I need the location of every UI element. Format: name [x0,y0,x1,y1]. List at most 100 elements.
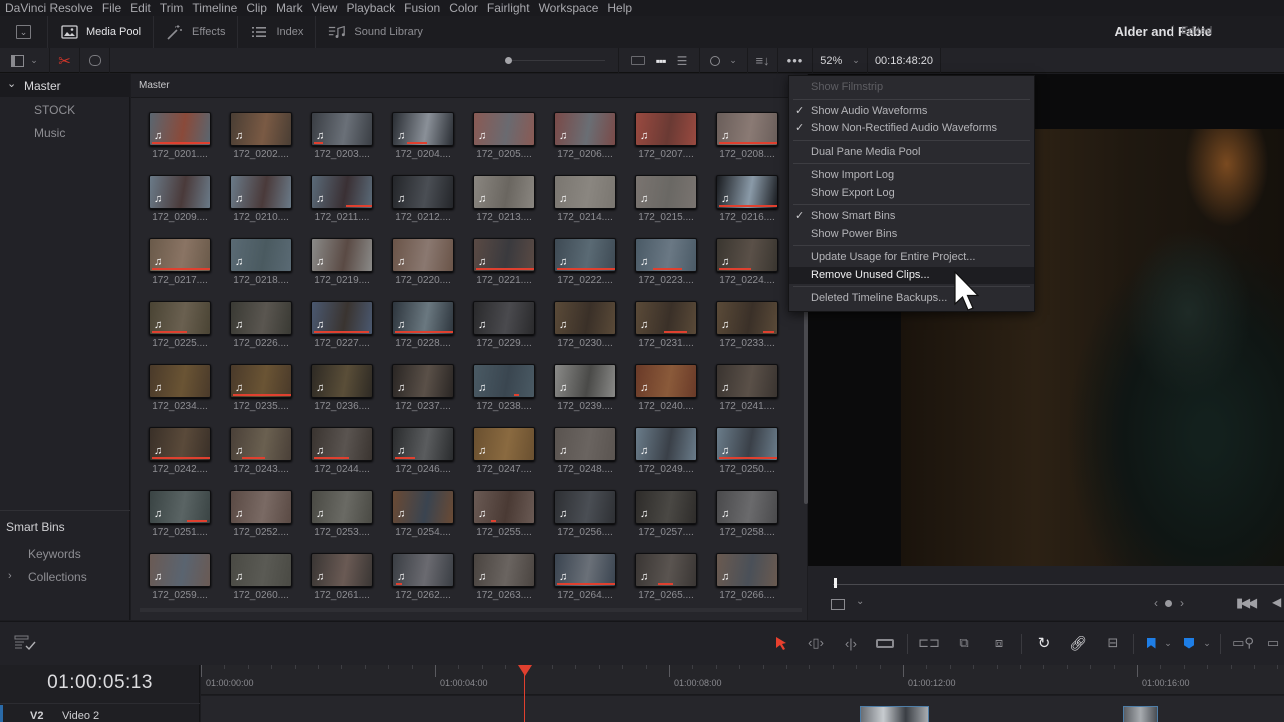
zoom-to-fit-icon[interactable]: ▭⚲ [1230,632,1256,654]
clip-thumbnail[interactable]: ♫ 172_0223.... [634,238,698,290]
menu-mark[interactable]: Mark [276,1,303,15]
clip-thumbnail[interactable]: ♫ 172_0265.... [634,553,698,605]
clip-thumbnail[interactable]: ♫ 172_0251.... [148,490,212,542]
playhead-handle[interactable] [518,665,532,676]
smart-bin-collections[interactable]: Collections [28,570,87,584]
app-menu[interactable]: DaVinci Resolve [5,1,93,15]
zoom-select[interactable]: 52% ⌄ [813,48,868,73]
chevron-down-icon[interactable]: ⌄ [1161,632,1175,654]
replace-clip-icon[interactable]: ⧈ [985,632,1013,654]
crop-icon[interactable] [831,599,845,610]
clip-thumbnail[interactable]: ♫ 172_0205.... [472,112,536,164]
clip-thumbnail[interactable]: ♫ 172_0228.... [391,301,455,353]
clip-thumbnail[interactable]: ♫ 172_0221.... [472,238,536,290]
clip-thumbnail[interactable]: ♫ 172_0258.... [715,490,779,542]
flag-icon[interactable] [1145,632,1157,654]
clip-thumbnail[interactable]: ♫ 172_0222.... [553,238,617,290]
horizontal-scrollbar[interactable] [140,608,802,612]
menu-workspace[interactable]: Workspace [539,1,599,15]
sound-library-button[interactable]: Sound Library [316,16,435,48]
clip-thumbnail[interactable]: ♫ 172_0246.... [391,427,455,479]
clip-thumbnail[interactable]: ♫ 172_0217.... [148,238,212,290]
smart-bin-keywords[interactable]: Keywords [28,547,81,561]
menu-fusion[interactable]: Fusion [404,1,440,15]
clip-thumbnail[interactable]: ♫ 172_0248.... [553,427,617,479]
clip-thumbnail[interactable]: ♫ 172_0233.... [715,301,779,353]
clip-thumbnail[interactable]: ♫ 172_0257.... [634,490,698,542]
menu-file[interactable]: File [102,1,121,15]
clip-thumbnail[interactable]: ♫ 172_0243.... [229,427,293,479]
sort-button[interactable]: ≡↓ [748,48,778,73]
index-button[interactable]: Index [238,16,317,48]
position-lock-icon[interactable]: ⊟ [1102,632,1124,654]
clip-thumbnail[interactable]: ♫ 172_0220.... [391,238,455,290]
clip-thumbnail[interactable]: ♫ 172_0202.... [229,112,293,164]
clip-thumbnail[interactable]: ♫ 172_0227.... [310,301,374,353]
play-reverse-icon[interactable]: ◀ [1272,595,1281,609]
clip-thumbnail[interactable]: ♫ 172_0262.... [391,553,455,605]
timeline-ruler[interactable]: 01:00:00:00 01:00:04:00 01:00:08:00 01:00:1… [201,665,1284,695]
effects-button[interactable]: Effects [154,16,239,48]
clip-thumbnail[interactable]: ♫ 172_0225.... [148,301,212,353]
timeline-clip[interactable] [1123,706,1158,722]
clip-thumbnail[interactable]: ♫ 172_0259.... [148,553,212,605]
menu-item-deleted-timeline-backups[interactable]: Deleted Timeline Backups... [789,290,1034,307]
timeline-clip[interactable] [860,706,929,722]
clip-thumbnail[interactable]: ♫ 172_0204.... [391,112,455,164]
dynamic-trim-icon[interactable]: ‹|› [839,632,863,654]
clip-thumbnail[interactable]: ♫ 172_0253.... [310,490,374,542]
clip-thumbnail[interactable]: ♫ 172_0261.... [310,553,374,605]
clip-thumbnail[interactable]: ♫ 172_0224.... [715,238,779,290]
clip-thumbnail[interactable]: ♫ 172_0209.... [148,175,212,227]
clip-thumbnail[interactable]: ♫ 172_0216.... [715,175,779,227]
clip-thumbnail[interactable]: ♫ 172_0242.... [148,427,212,479]
clip-thumbnail[interactable]: ♫ 172_0235.... [229,364,293,416]
linked-selection-icon[interactable]: 🔗︎ [1067,632,1089,654]
thumbnail-view-icon[interactable]: ▪▪▪ [656,54,667,68]
media-pool-button[interactable]: Media Pool [48,16,155,48]
sidebar-toggle-button[interactable]: ⌄ [0,48,50,73]
clip-thumbnail[interactable]: ♫ 172_0266.... [715,553,779,605]
bin-master[interactable]: ⌄ Master [0,74,130,97]
menu-edit[interactable]: Edit [130,1,151,15]
clip-thumbnail[interactable]: ♫ 172_0260.... [229,553,293,605]
metadata-button[interactable] [80,48,110,73]
menu-item-show-audio-waveforms[interactable]: ✓ Show Audio Waveforms [789,103,1034,120]
clip-thumbnail[interactable]: ♫ 172_0226.... [229,301,293,353]
clip-thumbnail[interactable]: ♫ 172_0230.... [553,301,617,353]
clip-thumbnail[interactable]: ♫ 172_0201.... [148,112,212,164]
menu-item-show-export-log[interactable]: Show Export Log [789,185,1034,202]
clip-thumbnail[interactable]: ♫ 172_0250.... [715,427,779,479]
keyframe-icon[interactable] [1165,600,1172,607]
workspace-toggle-button[interactable]: ⌄ [0,16,48,48]
clip-thumbnail[interactable]: ♫ 172_0256.... [553,490,617,542]
overwrite-clip-icon[interactable]: ⧉ [952,632,976,654]
chevron-down-icon[interactable]: ⌄ [1200,632,1214,654]
clip-thumbnail[interactable]: ♫ 172_0240.... [634,364,698,416]
clip-thumbnail[interactable]: ♫ 172_0263.... [472,553,536,605]
clip-thumbnail[interactable]: ♫ 172_0247.... [472,427,536,479]
clip-thumbnail[interactable]: ♫ 172_0229.... [472,301,536,353]
clip-thumbnail[interactable]: ♫ 172_0208.... [715,112,779,164]
clip-thumbnail[interactable]: ♫ 172_0203.... [310,112,374,164]
next-keyframe-icon[interactable]: › [1180,596,1184,610]
search-button[interactable]: ⌄ [700,48,748,73]
options-menu-button[interactable]: ••• [778,48,813,73]
track-id[interactable]: V2 [30,710,43,722]
marker-icon[interactable] [1183,632,1195,654]
clip-thumbnail[interactable]: ♫ 172_0255.... [472,490,536,542]
list-view-icon[interactable]: ☰ [677,54,688,68]
clip-thumbnail[interactable]: ♫ 172_0252.... [229,490,293,542]
menu-playback[interactable]: Playback [346,1,395,15]
clip-thumbnail[interactable]: ♫ 172_0237.... [391,364,455,416]
clip-thumbnail[interactable]: ♫ 172_0236.... [310,364,374,416]
menu-item-remove-unused-clips[interactable]: Remove Unused Clips... [789,266,1034,284]
track-selector[interactable] [0,705,3,722]
chevron-right-icon[interactable]: › [8,570,12,582]
menu-help[interactable]: Help [607,1,632,15]
prev-keyframe-icon[interactable]: ‹ [1154,596,1158,610]
clip-thumbnail[interactable]: ♫ 172_0244.... [310,427,374,479]
clip-thumbnail[interactable]: ♫ 172_0206.... [553,112,617,164]
clip-thumbnail[interactable]: ♫ 172_0254.... [391,490,455,542]
clip-thumbnail[interactable]: ♫ 172_0215.... [634,175,698,227]
